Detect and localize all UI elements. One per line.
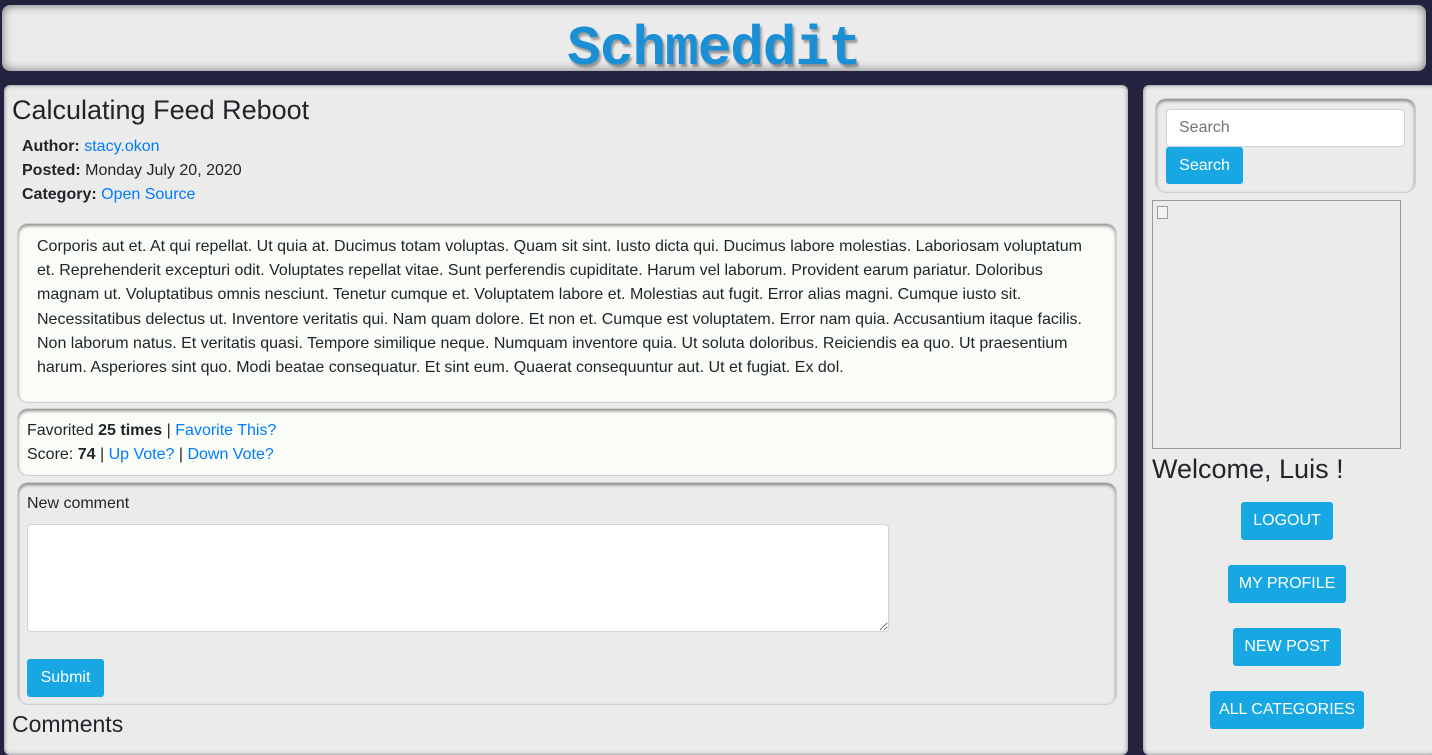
category-link[interactable]: Open Source	[101, 186, 195, 203]
post-stats-box	[18, 409, 1116, 475]
sidebar: Search Welcome, Luis ! LOGOUT MY PROFILE…	[1143, 85, 1432, 755]
category-label: Category:	[22, 186, 97, 203]
search-button[interactable]: Search	[1166, 147, 1243, 184]
post-author-line: Author: stacy.okon	[22, 138, 160, 156]
favorite-line: Favorited 25 times | Favorite This?	[27, 422, 276, 440]
post-title: Calculating Feed Reboot	[12, 95, 310, 125]
search-box: Search	[1156, 99, 1415, 192]
separator: |	[166, 422, 171, 439]
separator: |	[178, 446, 183, 463]
new-post-button[interactable]: NEW POST	[1233, 628, 1341, 666]
score-value: 74	[77, 446, 96, 463]
new-comment-label: New comment	[27, 495, 130, 512]
my-profile-button[interactable]: MY PROFILE	[1228, 565, 1346, 603]
favorite-link[interactable]: Favorite This?	[175, 422, 276, 439]
comments-heading: Comments	[12, 711, 124, 737]
submit-button[interactable]: Submit	[27, 659, 104, 697]
post-date-line: Posted: Monday July 20, 2020	[22, 162, 242, 180]
comment-textarea[interactable]	[27, 524, 889, 632]
favorited-label: Favorited	[27, 422, 94, 439]
posted-label: Posted:	[22, 162, 81, 179]
logout-button[interactable]: LOGOUT	[1241, 502, 1333, 540]
site-header: Schmeddit	[2, 5, 1426, 78]
favorited-count: 25 times	[98, 422, 163, 439]
all-categories-button[interactable]: ALL CATEGORIES	[1210, 691, 1364, 729]
post-panel: Calculating Feed Reboot Author: stacy.ok…	[4, 85, 1128, 755]
welcome-message: Welcome, Luis !	[1152, 454, 1344, 484]
upvote-link[interactable]: Up Vote?	[109, 446, 175, 463]
site-title[interactable]: Schmeddit	[2, 5, 1426, 78]
author-label: Author:	[22, 138, 80, 155]
post-body: Corporis aut et. At qui repellat. Ut qui…	[37, 238, 1082, 377]
posted-date: Monday July 20, 2020	[85, 162, 242, 179]
broken-image-icon	[1157, 206, 1168, 219]
downvote-link[interactable]: Down Vote?	[187, 446, 273, 463]
avatar-image	[1152, 200, 1401, 449]
post-category-line: Category: Open Source	[22, 186, 195, 204]
score-label: Score:	[27, 446, 74, 463]
score-line: Score: 74 | Up Vote? | Down Vote?	[27, 446, 274, 464]
separator: |	[99, 446, 105, 463]
search-input[interactable]	[1166, 109, 1405, 147]
author-link[interactable]: stacy.okon	[84, 138, 159, 155]
